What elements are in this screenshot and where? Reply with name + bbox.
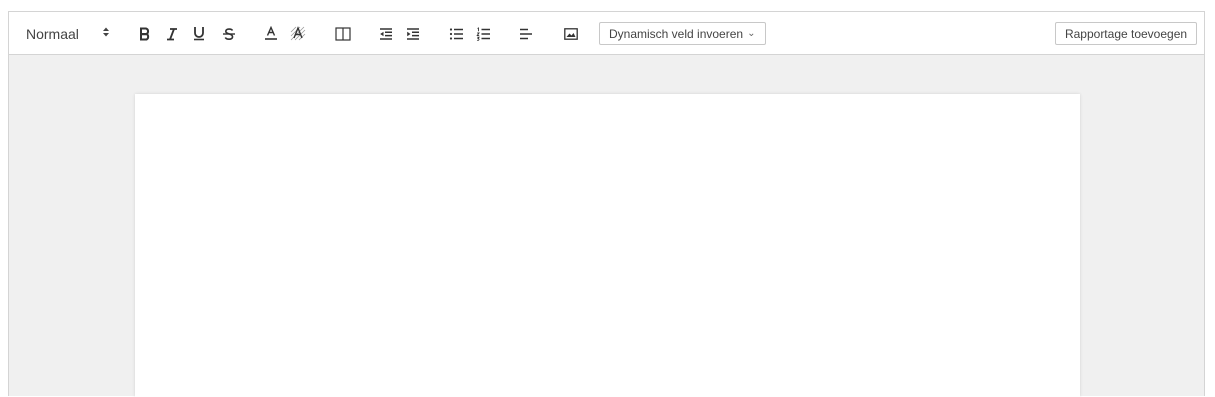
italic-icon[interactable] bbox=[161, 12, 183, 55]
dynamic-field-dropdown[interactable]: Dynamisch veld invoeren ⌄ bbox=[599, 22, 766, 45]
bullet-list-icon[interactable] bbox=[445, 12, 467, 55]
paragraph-style-select[interactable]: Normaal bbox=[26, 12, 130, 55]
image-icon[interactable] bbox=[560, 12, 582, 55]
strikethrough-icon[interactable] bbox=[218, 12, 240, 55]
font-color-icon[interactable] bbox=[260, 12, 282, 55]
table-columns-icon[interactable] bbox=[332, 12, 354, 55]
dynamic-field-label: Dynamisch veld invoeren bbox=[609, 26, 744, 41]
paragraph-style-value: Normaal bbox=[26, 25, 79, 42]
bold-icon[interactable] bbox=[134, 12, 156, 55]
add-report-button[interactable]: Rapportage toevoegen bbox=[1055, 22, 1197, 45]
underline-icon[interactable] bbox=[188, 12, 210, 55]
chevron-down-icon: ⌄ bbox=[747, 28, 756, 39]
indent-icon[interactable] bbox=[402, 12, 424, 55]
rich-text-editor: Normaal Dynamisch veld invoeren ⌄ Rappor… bbox=[8, 11, 1205, 397]
up-down-caret-icon bbox=[102, 26, 110, 41]
outdent-icon[interactable] bbox=[375, 12, 397, 55]
ordered-list-icon[interactable] bbox=[472, 12, 494, 55]
editor-toolbar: Normaal Dynamisch veld invoeren ⌄ Rappor… bbox=[9, 12, 1204, 55]
background-color-icon[interactable] bbox=[287, 12, 309, 55]
align-left-icon[interactable] bbox=[515, 12, 537, 55]
document-page[interactable] bbox=[135, 94, 1080, 397]
